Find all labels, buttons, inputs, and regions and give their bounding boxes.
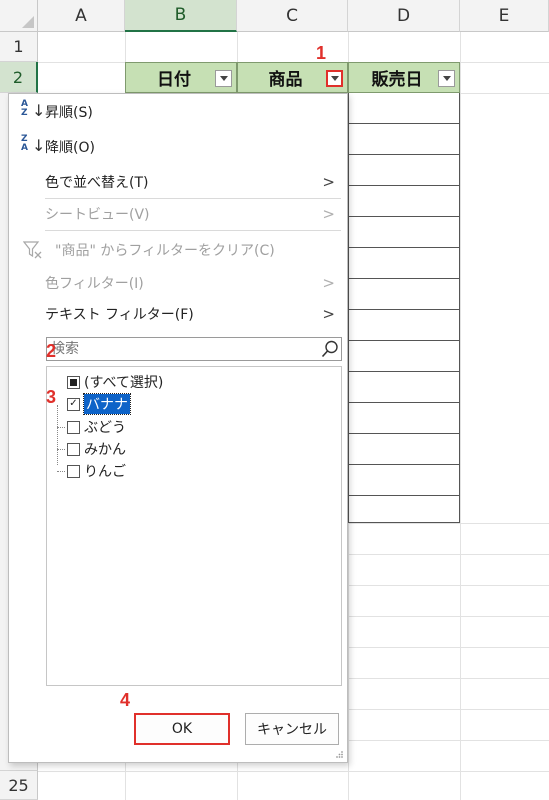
header-label-sales-date: 販売日: [371, 70, 423, 90]
column-header-d[interactable]: D: [348, 0, 460, 32]
table-cell[interactable]: [348, 155, 460, 186]
list-item-mandarin[interactable]: みかん: [67, 438, 126, 460]
row-header-1[interactable]: 1: [0, 32, 38, 62]
tree-connector: [57, 449, 65, 450]
search-input[interactable]: [46, 337, 342, 361]
list-item-apple[interactable]: りんご: [67, 460, 126, 482]
filter-dropdown-button-date[interactable]: [215, 70, 232, 87]
table-cell[interactable]: [348, 434, 460, 465]
list-item-label: ぶどう: [84, 420, 126, 436]
header-label-date: 日付: [157, 70, 191, 90]
checkbox-unchecked[interactable]: [67, 442, 80, 456]
list-item-label: みかん: [84, 442, 126, 458]
column-header-c[interactable]: C: [237, 0, 348, 32]
row-header-25[interactable]: 25: [0, 771, 38, 800]
table-cell[interactable]: [348, 217, 460, 248]
sort-ascending-icon: A Z ↓: [21, 99, 46, 120]
resize-grip-icon[interactable]: [335, 750, 344, 759]
text-filter-label: テキスト フィルター(F): [45, 307, 194, 323]
search-icon[interactable]: [321, 340, 339, 358]
select-all-corner[interactable]: [0, 0, 38, 32]
partial-check-icon: [70, 378, 77, 386]
grid-line: [460, 32, 461, 800]
sort-ascending-item[interactable]: A Z ↓ 昇順(S): [9, 96, 347, 128]
list-item-label: バナナ: [83, 393, 131, 415]
chevron-right-icon: >: [322, 173, 335, 191]
sort-ascending-label: 昇順(S): [45, 105, 93, 121]
checkbox-partial[interactable]: [67, 375, 80, 389]
checkbox-checked[interactable]: ✓: [67, 397, 80, 411]
column-header-b[interactable]: B: [125, 0, 237, 32]
color-filter-label: 色フィルター(I): [45, 276, 144, 292]
clear-filter-label: "商品" からフィルターをクリア(C): [55, 243, 275, 259]
table-cell[interactable]: [348, 93, 460, 124]
header-label-product: 商品: [268, 70, 303, 90]
tree-connector: [57, 471, 65, 472]
column-header-e[interactable]: E: [460, 0, 549, 32]
step-marker-3: 3: [46, 387, 57, 407]
table-cell[interactable]: [348, 496, 460, 523]
sort-descending-label: 降順(O): [45, 140, 95, 156]
sort-descending-item[interactable]: Z A ↓ 降順(O): [9, 131, 347, 163]
row-header-2[interactable]: 2: [0, 62, 38, 93]
list-item-select-all[interactable]: (すべて選択): [67, 371, 163, 393]
menu-separator: [45, 230, 341, 231]
table-cell[interactable]: [348, 465, 460, 496]
header-cell-product[interactable]: 商品: [237, 62, 348, 93]
sheet-view-label: シートビュー(V): [45, 207, 150, 223]
tree-connector: [57, 405, 58, 465]
list-item-label: (すべて選択): [84, 375, 164, 391]
step-marker-4: 4: [120, 690, 131, 710]
list-item-banana[interactable]: ✓ バナナ: [67, 393, 131, 415]
filter-values-list: (すべて選択) ✓ バナナ ぶどう みかん りんご: [46, 366, 342, 686]
checkbox-unchecked[interactable]: [67, 420, 80, 434]
header-cell-sales-date[interactable]: 販売日: [348, 62, 460, 93]
cancel-button[interactable]: キャンセル: [245, 713, 339, 745]
table-cell[interactable]: [348, 186, 460, 217]
clear-filter-icon: [23, 241, 42, 259]
clear-filter-item: "商品" からフィルターをクリア(C): [9, 234, 347, 266]
table-cell[interactable]: [348, 341, 460, 372]
dropdown-arrow-icon: [442, 76, 451, 81]
chevron-right-icon: >: [322, 305, 335, 323]
chevron-right-icon: >: [322, 274, 335, 292]
ok-button[interactable]: OK: [134, 713, 230, 745]
sort-by-color-label: 色で並べ替え(T): [45, 175, 149, 191]
sort-descending-icon: Z A ↓: [21, 134, 46, 155]
step-marker-1: 1: [316, 43, 327, 63]
header-cell-date[interactable]: 日付: [125, 62, 237, 93]
filter-dropdown-panel: A Z ↓ 昇順(S) Z A ↓ 降順(O) 色で並べ替え(T) > シートビュー(V…: [8, 93, 348, 763]
color-filter-item: 色フィルター(I) >: [9, 267, 347, 299]
dropdown-arrow-icon: [219, 76, 228, 81]
filter-dropdown-button-product[interactable]: [326, 70, 343, 87]
list-item-label: りんご: [84, 464, 126, 480]
dropdown-arrow-icon: [330, 76, 339, 81]
tree-connector: [57, 427, 65, 428]
table-cell[interactable]: [348, 248, 460, 279]
column-header-a[interactable]: A: [38, 0, 125, 32]
step-marker-2: 2: [46, 341, 57, 361]
text-filter-item[interactable]: テキスト フィルター(F) >: [9, 298, 347, 330]
sort-by-color-item[interactable]: 色で並べ替え(T) >: [9, 166, 347, 198]
table-cell[interactable]: [348, 372, 460, 403]
table-cell[interactable]: [348, 279, 460, 310]
sheet-view-item: シートビュー(V) >: [9, 198, 347, 230]
table-cell[interactable]: [348, 124, 460, 155]
checkbox-unchecked[interactable]: [67, 464, 80, 478]
chevron-right-icon: >: [322, 205, 335, 223]
list-item-grape[interactable]: ぶどう: [67, 416, 126, 438]
grid-line: [38, 771, 549, 772]
table-cell[interactable]: [348, 310, 460, 341]
table-cell[interactable]: [348, 403, 460, 434]
filter-dropdown-button-sales-date[interactable]: [438, 70, 455, 87]
